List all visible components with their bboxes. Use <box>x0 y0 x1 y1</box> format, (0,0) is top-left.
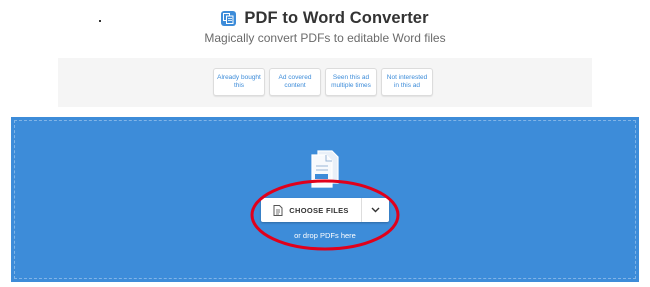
ad-feedback-seen-multiple-times[interactable]: Seen this ad multiple times <box>325 68 377 96</box>
ad-feedback-options: Already bought this Ad covered content S… <box>213 68 433 96</box>
page-header: PDF to Word Converter Magically convert … <box>0 8 650 46</box>
files-icon <box>311 150 339 188</box>
chevron-down-icon <box>371 207 380 213</box>
choose-files-dropdown-button[interactable] <box>362 198 389 222</box>
ad-feedback-covered-content[interactable]: Ad covered content <box>269 68 321 96</box>
choose-files-button[interactable]: CHOOSE FILES <box>261 198 361 222</box>
ad-feedback-already-bought[interactable]: Already bought this <box>213 68 265 96</box>
drop-hint-text: or drop PDFs here <box>294 231 356 240</box>
page-subtitle: Magically convert PDFs to editable Word … <box>204 31 446 45</box>
choose-files-label: CHOOSE FILES <box>289 205 349 215</box>
choose-files-control: CHOOSE FILES <box>261 198 389 222</box>
file-dropzone[interactable]: CHOOSE FILES or drop PDFs here <box>11 117 639 282</box>
page-title: PDF to Word Converter <box>244 8 429 27</box>
title-row: PDF to Word Converter <box>0 8 650 28</box>
ad-feedback-panel: Already bought this Ad covered content S… <box>58 58 592 107</box>
pdf-to-word-app-icon <box>221 10 237 26</box>
document-icon <box>273 204 283 216</box>
ad-feedback-not-interested[interactable]: Not interested in this ad <box>381 68 433 96</box>
